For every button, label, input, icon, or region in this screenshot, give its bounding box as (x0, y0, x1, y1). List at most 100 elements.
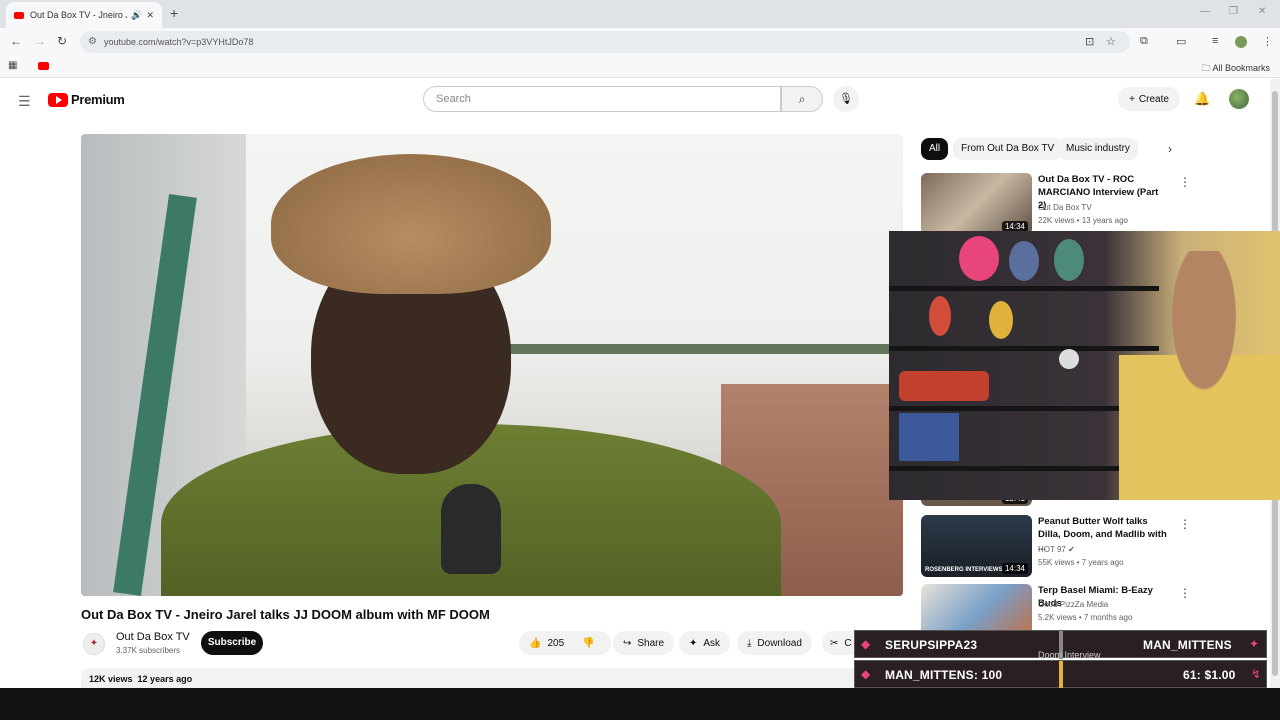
speaker-icon[interactable]: 🔊 (131, 10, 142, 21)
more-options-icon[interactable]: ⋮ (1179, 586, 1191, 600)
alert-username: MAN_MITTENS (1143, 638, 1232, 652)
apps-grid-icon[interactable]: ▦ (8, 60, 17, 71)
ask-button[interactable]: ✦ Ask (679, 631, 731, 655)
browser-tab[interactable]: Out Da Box TV - Jneiro Jarel 🔊 ✕ (6, 2, 162, 28)
recommendation-thumbnail[interactable]: 14:34 (921, 173, 1032, 235)
youtube-logo[interactable]: Premium (48, 92, 125, 107)
tab-title: Out Da Box TV - Jneiro Jarel (30, 10, 127, 20)
like-count[interactable]: 205 (547, 638, 564, 649)
share-button[interactable]: ↪ Share (613, 631, 675, 655)
recommendation-meta: 55K views • 7 years ago (1038, 558, 1124, 567)
chip-music-industry[interactable]: Music industry (1058, 138, 1138, 160)
chevron-right-icon[interactable]: › (1168, 142, 1172, 156)
description-box[interactable]: 12K views 12 years ago (81, 668, 903, 690)
recommendation-meta: 5.2K views • 7 months ago (1038, 613, 1133, 622)
alert-message: MAN_MITTENS: 100 (885, 668, 1003, 682)
ask-label: Ask (703, 637, 721, 649)
close-window-icon[interactable]: ✕ (1258, 6, 1266, 17)
duration-badge: 14:34 (1001, 563, 1028, 574)
video-player[interactable] (81, 134, 903, 596)
like-dislike-group: 👍 205 👎 (519, 631, 611, 655)
clip-label: C (844, 637, 852, 649)
webcam-poster (899, 413, 959, 461)
install-app-icon[interactable]: ⊡ (1085, 35, 1094, 48)
webcam-toy (1054, 239, 1084, 281)
recommendation-channel[interactable]: Good PizzZa Media (1038, 600, 1108, 609)
url-text: youtube.com/watch?v=p3VYHtJDo78 (104, 37, 254, 47)
logo-text: Premium (71, 92, 125, 107)
alert-amount: 61: $1.00 (1183, 668, 1236, 682)
share-icon: ↪ (623, 637, 632, 649)
back-icon[interactable]: ← (10, 34, 22, 48)
search-placeholder: Search (436, 93, 471, 105)
chip-all[interactable]: All (921, 138, 949, 160)
hamburger-menu-icon[interactable]: ☰ (18, 93, 31, 110)
video-frame-hat (271, 154, 551, 294)
youtube-header: ☰ Premium Search ⌕ 🎙 + Create 🔔 (0, 79, 1270, 123)
close-tab-icon[interactable]: ✕ (146, 10, 154, 21)
more-options-icon[interactable]: ⋮ (1179, 175, 1191, 189)
webcam-streamer (1119, 251, 1280, 500)
all-bookmarks-label: All Bookmarks (1212, 63, 1270, 73)
account-avatar[interactable] (1229, 89, 1249, 109)
maximize-icon[interactable]: ❐ (1229, 6, 1238, 17)
folder-icon: 🗀 (1201, 63, 1213, 73)
media-control-icon[interactable]: ≡ (1212, 35, 1218, 47)
star-icon: ✦ (1249, 637, 1260, 651)
browser-menu-icon[interactable]: ⋮ (1262, 35, 1273, 48)
subscriber-count: 3.37K subscribers (116, 646, 181, 655)
site-info-icon[interactable]: ⚙ (88, 36, 97, 47)
search-input[interactable]: Search (423, 86, 781, 112)
youtube-play-icon (48, 92, 68, 107)
sparkle-icon: ✦ (689, 637, 698, 649)
recommendation-meta: 22K views • 13 years ago (1038, 216, 1128, 225)
address-bar[interactable]: ⚙ youtube.com/watch?v=p3VYHtJDo78 (80, 31, 1130, 53)
more-options-icon[interactable]: ⋮ (1179, 517, 1191, 531)
all-bookmarks-button[interactable]: 🗀 All Bookmarks (1201, 61, 1270, 77)
share-label: Share (637, 637, 665, 649)
dislike-icon[interactable]: 👎 (582, 638, 594, 649)
channel-name[interactable]: Out Da Box TV (116, 631, 190, 643)
create-button[interactable]: + Create (1118, 87, 1180, 111)
bookmark-star-icon[interactable]: ☆ (1106, 35, 1116, 48)
like-icon[interactable]: 👍 (529, 638, 541, 649)
download-button[interactable]: ⤓ Download (737, 631, 812, 655)
reload-icon[interactable]: ↻ (57, 34, 67, 48)
upload-age: 12 years ago (137, 674, 193, 684)
new-tab-icon[interactable]: + (170, 5, 178, 21)
webcam-toy (989, 301, 1013, 339)
chip-from-channel[interactable]: From Out Da Box TV (953, 138, 1063, 160)
profile-avatar-icon[interactable] (1235, 36, 1247, 48)
youtube-bookmark-icon[interactable] (38, 62, 49, 70)
cast-icon[interactable]: ▭ (1176, 35, 1186, 48)
streamer-webcam-overlay (889, 231, 1280, 500)
recommendation-channel[interactable]: HOT 97 ✔ (1038, 545, 1075, 554)
recommendation-item[interactable]: ROSENBERG INTERVIEWS 14:34 Peanut Butter… (921, 515, 1261, 577)
peek-text: Doom Interview (1038, 650, 1101, 660)
subscribe-button[interactable]: Subscribe (201, 631, 263, 655)
video-title: Out Da Box TV - Jneiro Jarel talks JJ DO… (81, 607, 490, 622)
plus-icon: + (1129, 93, 1135, 105)
channel-label: HOT 97 (1038, 545, 1066, 554)
alert-icon: ◆ (861, 667, 871, 681)
scissors-icon: ✂ (830, 637, 839, 649)
forward-icon[interactable]: → (34, 34, 46, 48)
channel-avatar[interactable]: ✦ (83, 633, 105, 655)
recommendation-thumbnail[interactable]: ROSENBERG INTERVIEWS 14:34 (921, 515, 1032, 577)
recommendation-item[interactable]: 14:34 Out Da Box TV - ROC MARCIANO Inter… (921, 173, 1261, 235)
stream-alert-banner: ◆ MAN_MITTENS: 100 61: $1.00 ↯ (854, 660, 1267, 689)
search-icon: ⌕ (798, 92, 806, 106)
bookmarks-bar: ▦ 🗀 All Bookmarks (0, 56, 1280, 78)
webcam-toy (1009, 241, 1039, 281)
voice-search-button[interactable]: 🎙 (833, 86, 859, 112)
download-icon: ⤓ (747, 637, 752, 649)
minimize-icon[interactable]: — (1200, 6, 1210, 17)
alert-username: SERUPSIPPA23 (885, 638, 978, 652)
notifications-bell-icon[interactable]: 🔔 (1194, 91, 1210, 107)
browser-tabstrip: Out Da Box TV - Jneiro Jarel 🔊 ✕ + — ❐ ✕ (0, 0, 1280, 28)
extensions-icon[interactable]: ⧉ (1140, 35, 1148, 48)
recommendation-channel[interactable]: Out Da Box TV (1038, 203, 1092, 212)
search-button[interactable]: ⌕ (781, 86, 823, 112)
verified-icon: ✔ (1068, 545, 1075, 554)
webcam-toy (1059, 349, 1079, 369)
